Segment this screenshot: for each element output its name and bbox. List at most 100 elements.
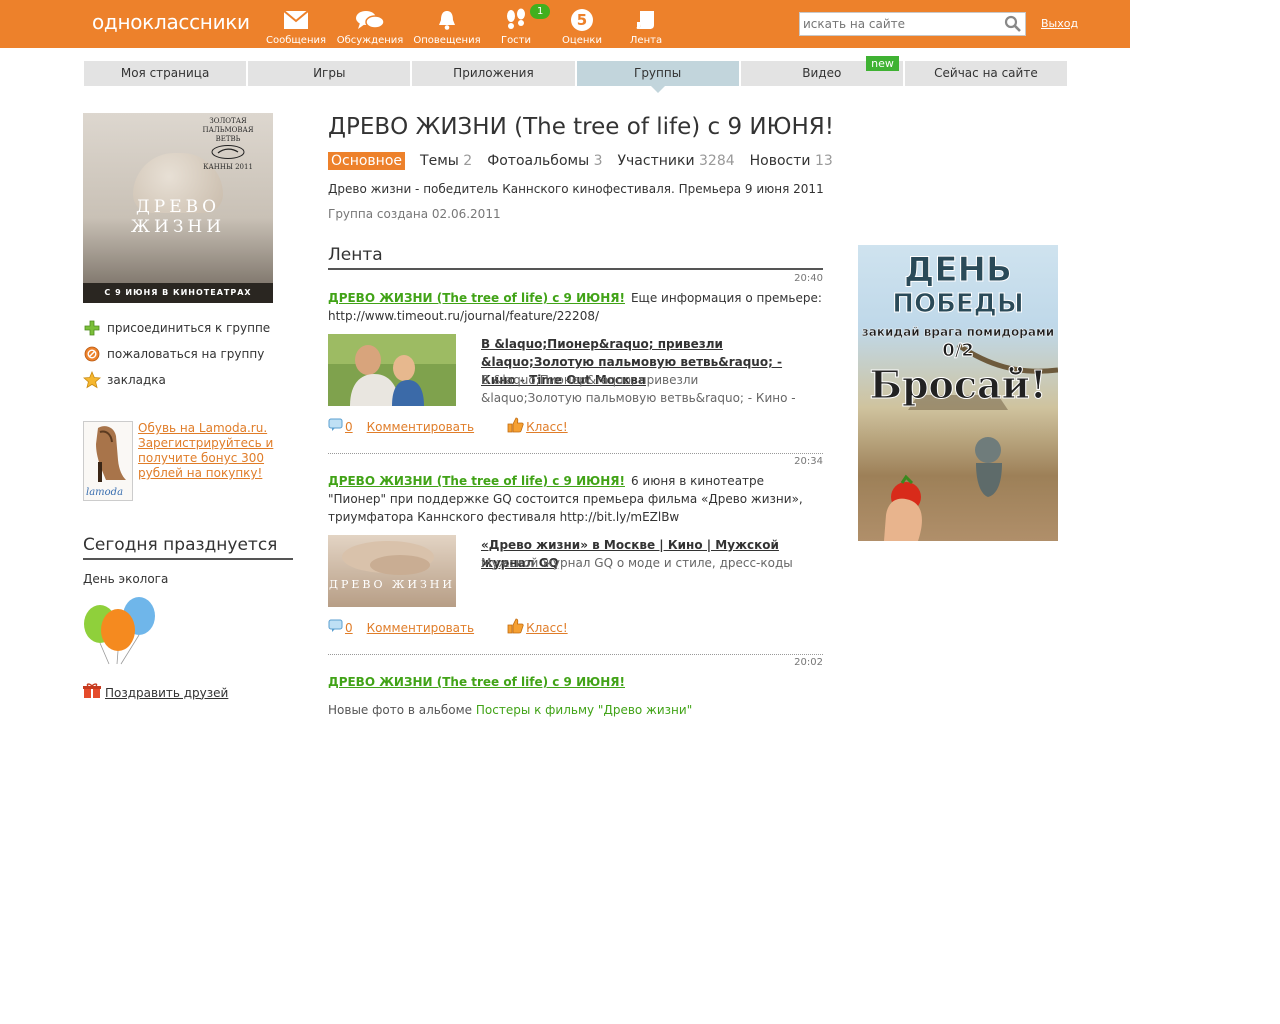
nav-notifications[interactable]: Оповещения [412,6,482,46]
palm-branch-icon [211,145,245,159]
congratulate-friends-label: Поздравить друзей [105,685,229,700]
top-bar: одноклассники Сообщения Обсуждения Опове… [0,0,1130,48]
subtab-news-count: 13 [814,153,833,169]
tab-video[interactable]: Видео new [740,56,903,86]
post-group-link[interactable]: ДРЕВО ЖИЗНИ (The tree of life) с 9 ИЮНЯ! [328,675,625,689]
subtab-main-label: Основное [331,153,403,169]
subtab-members-count: 3284 [699,153,735,169]
subtab-main[interactable]: Основное [328,152,406,170]
feed-icon [611,6,681,34]
subtab-news[interactable]: Новости 13 [750,153,833,169]
comment-button[interactable]: Комментировать [367,420,474,434]
post-link-thumbnail[interactable]: ДРЕВО ЖИЗНИ [328,535,456,607]
lamoda-brand: lamoda [86,487,124,498]
poster-release-strip: С 9 ИЮНЯ В КИНОТЕАТРАХ [83,283,273,303]
post-actions: 0 Комментировать Класс! [328,618,568,637]
post-link-thumbnail[interactable] [328,334,456,406]
rating-circle-icon: 5 [547,6,617,34]
subtab-albums-count: 3 [593,153,603,169]
comments-count[interactable]: 0 [345,621,353,635]
star-icon [83,371,101,389]
ad-line-1: ДЕНЬ [904,250,1013,290]
nav-discussions[interactable]: Обсуждения [335,6,405,46]
subtab-topics-count: 2 [463,153,473,169]
logout-link[interactable]: Выход [1041,17,1078,30]
nav-messages[interactable]: Сообщения [261,6,331,46]
plus-icon [83,319,101,337]
report-group-link[interactable]: пожаловаться на группу [83,345,264,363]
lamoda-ad-text[interactable]: Обувь на Lamoda.ru. Зарегистрируйтесь и … [138,421,298,481]
subtab-topics[interactable]: Темы 2 [420,153,472,169]
thumb-caption: ДРЕВО ЖИЗНИ [329,578,455,591]
today-event: День эколога [83,572,169,586]
ad-line-4: 0/2 [942,340,975,361]
post-separator [328,654,823,655]
envelope-icon [261,6,331,34]
album-link[interactable]: Постеры к фильму "Древо жизни" [476,703,692,717]
shoe-icon [96,426,126,482]
congratulate-friends-link[interactable]: Поздравить друзей [83,683,228,702]
today-heading: Сегодня празднуется [83,535,293,560]
report-group-label: пожаловаться на группу [107,347,265,361]
subtab-albums[interactable]: Фотоальбомы 3 [487,153,602,169]
tab-games[interactable]: Игры [248,61,411,86]
victory-day-game-ad[interactable]: ДЕНЬ ПОБЕДЫ закидай врага помидорами 0/2… [858,245,1058,541]
nav-guests-label: Гости [500,35,532,46]
nav-ratings[interactable]: 5 Оценки [547,6,617,46]
search-input[interactable] [800,13,995,35]
ad-line-3: закидай врага помидорами [861,325,1055,339]
post-body: ДРЕВО ЖИЗНИ (The tree of life) с 9 ИЮНЯ! [328,673,823,691]
subtab-members[interactable]: Участники 3284 [618,153,735,169]
comment-bubble-icon [328,619,343,636]
tab-groups[interactable]: Группы [576,61,739,93]
subtab-news-label: Новости [749,153,811,169]
group-description: Древо жизни - победитель Каннского киноф… [328,182,824,196]
site-logo[interactable]: одноклассники [92,10,250,34]
poster-title: ДРЕВО ЖИЗНИ [83,197,273,237]
gift-icon [83,683,101,702]
group-avatar-poster[interactable]: ЗОЛОТАЯ ПАЛЬМОВАЯ ВЕТВЬ КАННЫ 2011 ДРЕВО… [83,113,273,303]
tab-online-now[interactable]: Сейчас на сайте [904,61,1068,86]
post-body: ДРЕВО ЖИЗНИ (The tree of life) с 9 ИЮНЯ!… [328,472,823,526]
poster-cannes-text: ЗОЛОТАЯ ПАЛЬМОВАЯ ВЕТВЬ [202,117,254,143]
tab-apps[interactable]: Приложения [412,61,575,86]
chat-bubbles-icon [335,6,405,34]
post-link-description: Мужской журнал GQ о моде и стиле, дресс-… [481,556,793,570]
tab-my-page[interactable]: Моя страница [84,61,247,86]
ad-line-5: Бросай! [869,362,1047,407]
bell-icon [412,6,482,34]
shoe-ad-image[interactable]: lamoda [83,421,133,501]
section-tabs: Моя страница Игры Приложения Группы Виде… [84,56,1068,93]
subtab-albums-label: Фотоальбомы [487,153,590,169]
balloons-icon [83,594,161,666]
join-group-label: присоединиться к группе [107,321,271,335]
new-photos-line: Новые фото в альбоме Постеры к фильму "Д… [328,703,692,717]
nav-ratings-label: Оценки [562,35,602,46]
join-group-link[interactable]: присоединиться к группе [83,319,270,337]
like-button[interactable]: Класс! [526,621,568,635]
post-actions: 0 Комментировать Класс! [328,417,568,436]
search-icon[interactable] [1004,15,1022,36]
complaint-icon [83,345,101,363]
post-separator [328,453,823,454]
comments-count[interactable]: 0 [345,420,353,434]
comment-button[interactable]: Комментировать [367,621,474,635]
subtab-members-label: Участники [617,153,695,169]
poster-title-line1: ДРЕВО [135,197,221,217]
post-group-link[interactable]: ДРЕВО ЖИЗНИ (The tree of life) с 9 ИЮНЯ! [328,291,625,305]
group-subtabs: Основное Темы 2 Фотоальбомы 3 Участники … [328,152,848,170]
poster-cannes-badge: ЗОЛОТАЯ ПАЛЬМОВАЯ ВЕТВЬ КАННЫ 2011 [193,117,263,172]
nav-feed-label: Лента [629,35,663,46]
comment-bubble-icon [328,418,343,435]
new-photos-prefix: Новые фото в альбоме [328,703,473,717]
post-time: 20:34 [794,456,823,467]
nav-feed[interactable]: Лента [611,6,681,46]
post-group-link[interactable]: ДРЕВО ЖИЗНИ (The tree of life) с 9 ИЮНЯ! [328,474,625,488]
search-box [799,12,1026,36]
nav-discussions-label: Обсуждения [336,35,404,46]
like-button[interactable]: Класс! [526,420,568,434]
thumbs-up-icon [506,417,524,436]
post-time: 20:02 [794,657,823,668]
bookmark-link[interactable]: закладка [83,371,166,389]
group-title: ДРЕВО ЖИЗНИ (The tree of life) с 9 ИЮНЯ! [328,114,834,140]
